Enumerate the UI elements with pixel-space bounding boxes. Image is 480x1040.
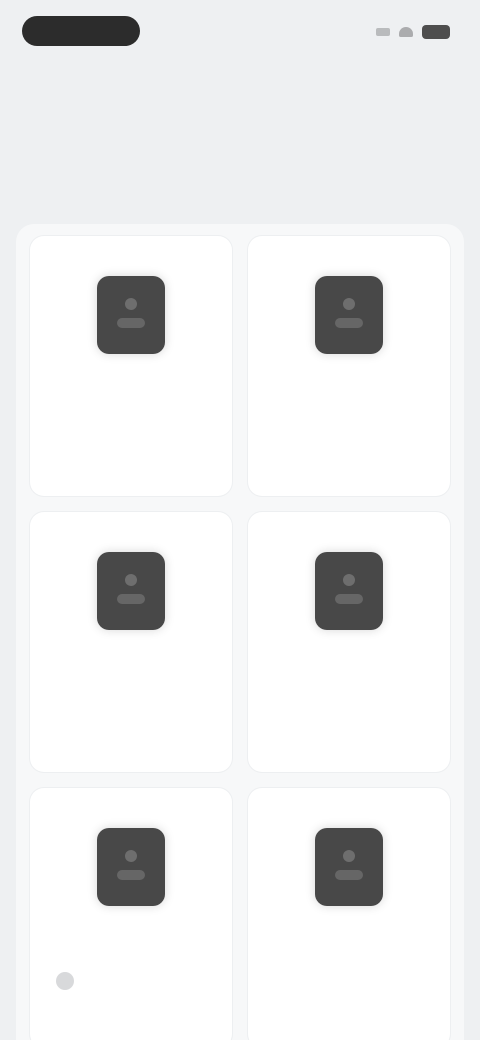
battery-icon xyxy=(422,25,450,39)
category-tile-icon xyxy=(315,276,383,354)
category-label xyxy=(260,686,438,710)
category-card[interactable] xyxy=(248,512,450,772)
category-subtitle xyxy=(290,738,408,756)
collections-screen xyxy=(0,0,480,1040)
status-icons xyxy=(354,20,450,44)
category-card[interactable] xyxy=(248,788,450,1040)
category-label xyxy=(260,410,438,434)
category-tile-icon xyxy=(97,828,165,906)
category-label xyxy=(260,962,438,986)
category-tile-icon xyxy=(315,552,383,630)
category-subtitle xyxy=(72,738,190,756)
category-grid xyxy=(30,236,450,1040)
category-subtitle xyxy=(290,462,408,480)
category-tile-icon xyxy=(97,276,165,354)
status-bar xyxy=(0,0,480,60)
category-grid-panel xyxy=(16,224,464,1040)
category-tile-icon xyxy=(315,828,383,906)
signal-icon xyxy=(376,28,390,36)
category-card[interactable] xyxy=(248,236,450,496)
category-label xyxy=(56,958,226,982)
category-tile-icon xyxy=(97,552,165,630)
category-subtitle xyxy=(72,462,190,480)
category-card[interactable] xyxy=(30,788,232,1040)
page-title xyxy=(22,136,282,176)
category-card[interactable] xyxy=(30,512,232,772)
status-time-pill xyxy=(22,16,140,46)
category-label xyxy=(42,686,220,710)
wifi-icon xyxy=(399,27,413,37)
category-label xyxy=(42,410,220,434)
category-card[interactable] xyxy=(30,236,232,496)
category-subtitle xyxy=(290,1014,408,1032)
category-subtitle xyxy=(72,1014,190,1032)
